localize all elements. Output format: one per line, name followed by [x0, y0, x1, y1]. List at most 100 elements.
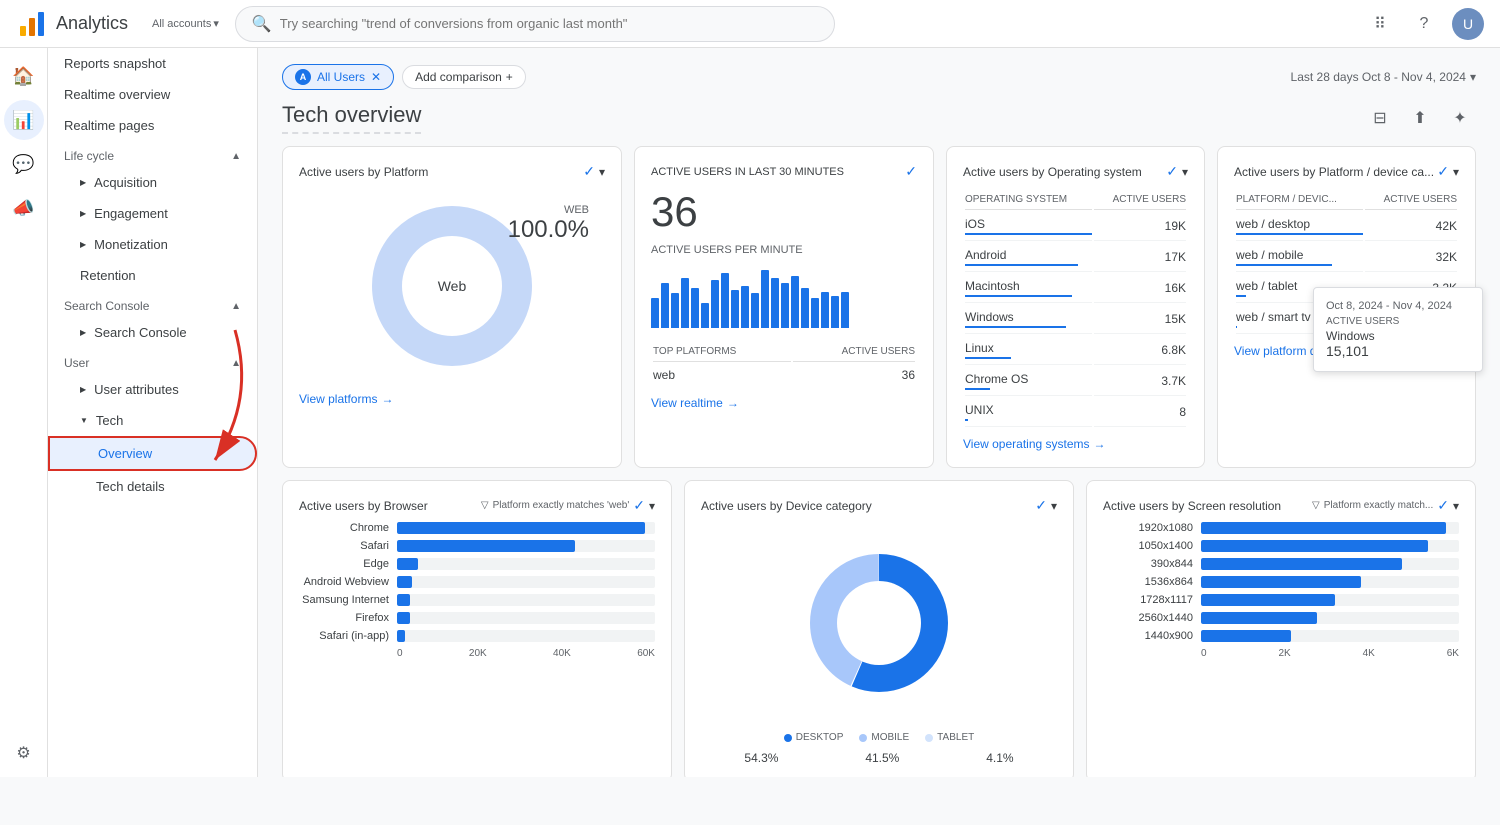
search-bar[interactable]: 🔍 — [235, 6, 835, 42]
os-row-unix: UNIX 8 — [965, 398, 1186, 427]
browser-chart: Chrome Safari Edge — [299, 522, 655, 659]
device-cat-card-title: Active users by Device category ✓ ▾ — [701, 497, 1057, 514]
browser-filter-label: ▽ Platform exactly matches 'web' — [481, 500, 629, 511]
user-avatar[interactable]: U — [1452, 8, 1484, 40]
device-cat-dropdown-icon[interactable]: ▾ — [1051, 499, 1057, 513]
mini-bar — [661, 283, 669, 328]
mini-bar — [821, 292, 829, 328]
os-ios-label: iOS — [965, 212, 1092, 241]
device-cat-legend: DESKTOP MOBILE TABLET — [701, 732, 1057, 743]
device-check-icon: ✓ — [1437, 163, 1449, 180]
sidebar-item-overview[interactable]: Overview — [48, 436, 257, 471]
device-tooltip: Oct 8, 2024 - Nov 4, 2024 ACTIVE USERS W… — [1313, 287, 1483, 372]
mini-bar — [721, 273, 729, 328]
screen-1728-fill — [1201, 594, 1335, 606]
search-input[interactable] — [280, 16, 818, 31]
rail-advertise-icon[interactable]: 📣 — [4, 188, 44, 228]
sidebar-item-reports-snapshot[interactable]: Reports snapshot — [48, 48, 257, 79]
sidebar-item-user-attributes[interactable]: ▶ User attributes — [48, 374, 257, 405]
browser-edge-fill — [397, 558, 418, 570]
browser-samsung-track — [397, 594, 655, 606]
web-mobile-label: web / mobile — [1236, 243, 1363, 272]
mobile-legend-dot — [859, 734, 867, 742]
help-icon[interactable]: ? — [1408, 8, 1440, 40]
all-accounts-selector[interactable]: All accounts ▾ — [152, 17, 219, 30]
add-comparison-button[interactable]: Add comparison + — [402, 65, 526, 89]
all-users-chip[interactable]: A All Users ✕ — [282, 64, 394, 90]
web-mobile-value: 32K — [1365, 243, 1457, 272]
search-console-expand-icon: ▶ — [80, 328, 86, 337]
browser-dropdown-icon[interactable]: ▾ — [649, 499, 655, 513]
view-platforms-link[interactable]: View platforms → — [299, 392, 605, 406]
lifecycle-chevron: ▲ — [231, 151, 241, 162]
browser-firefox-label: Firefox — [299, 612, 389, 624]
sidebar-item-engagement[interactable]: ▶ Engagement — [48, 198, 257, 229]
browser-safari-track — [397, 540, 655, 552]
rail-explore-icon[interactable]: 💬 — [4, 144, 44, 184]
device-cat-percentages: 54.3% 41.5% 4.1% — [701, 751, 1057, 765]
tooltip-date: Oct 8, 2024 - Nov 4, 2024 — [1326, 300, 1470, 312]
apps-icon[interactable]: ⠿ — [1364, 8, 1396, 40]
device-cat-donut-svg — [779, 538, 979, 708]
device-dropdown-icon[interactable]: ▾ — [1453, 165, 1459, 179]
mini-bar — [701, 303, 709, 328]
browser-safari-fill — [397, 540, 575, 552]
platform-dropdown-icon[interactable]: ▾ — [599, 165, 605, 179]
chip-close-icon[interactable]: ✕ — [371, 70, 381, 84]
tooltip-label: ACTIVE USERS — [1326, 316, 1470, 327]
insights-icon[interactable]: ✦ — [1444, 102, 1476, 134]
screen-2560-row: 2560x1440 — [1103, 612, 1459, 624]
settings-icon[interactable]: ⚙ — [8, 737, 40, 769]
os-android-value: 17K — [1094, 243, 1186, 272]
app-title: Analytics — [56, 13, 128, 34]
screen-390-track — [1201, 558, 1459, 570]
col-device-users: ACTIVE USERS — [1365, 190, 1457, 210]
platform-title-text: Active users by Platform — [299, 165, 428, 179]
app-logo[interactable]: Analytics — [16, 8, 128, 40]
browser-title-text: Active users by Browser — [299, 499, 428, 513]
browser-android-webview-fill — [397, 576, 412, 588]
mini-bar — [651, 298, 659, 328]
browser-firefox-fill — [397, 612, 410, 624]
mini-bar — [831, 296, 839, 328]
screen-390-row: 390x844 — [1103, 558, 1459, 570]
sidebar-item-retention[interactable]: Retention — [48, 260, 257, 291]
device-title-text: Active users by Platform / device ca... — [1234, 165, 1434, 179]
view-realtime-link[interactable]: View realtime → — [651, 396, 917, 410]
sidebar-item-monetization[interactable]: ▶ Monetization — [48, 229, 257, 260]
browser-axis: 020K40K60K — [299, 648, 655, 659]
date-range-chevron-icon: ▾ — [1470, 70, 1476, 84]
rail-home-icon[interactable]: 🏠 — [4, 56, 44, 96]
device-card-actions: ✓ ▾ — [1437, 163, 1459, 180]
screen-1920-row: 1920x1080 — [1103, 522, 1459, 534]
sidebar-item-acquisition[interactable]: ▶ Acquisition — [48, 167, 257, 198]
share-icon[interactable]: ⬆ — [1404, 102, 1436, 134]
os-macintosh-value: 16K — [1094, 274, 1186, 303]
date-range-selector[interactable]: Last 28 days Oct 8 - Nov 4, 2024 ▾ — [1291, 70, 1476, 84]
screen-check-icon: ✓ — [1437, 497, 1449, 514]
columns-icon[interactable]: ⊟ — [1364, 102, 1396, 134]
sidebar-item-tech[interactable]: ▼ Tech — [48, 405, 257, 436]
sidebar-item-realtime-pages[interactable]: Realtime pages — [48, 110, 257, 141]
user-section-header[interactable]: User ▲ — [48, 348, 257, 374]
os-row-linux: Linux 6.8K — [965, 336, 1186, 365]
screen-1440-fill — [1201, 630, 1291, 642]
rail-reports-icon[interactable]: 📊 — [4, 100, 44, 140]
desktop-legend-dot — [784, 734, 792, 742]
search-console-section-header[interactable]: Search Console ▲ — [48, 291, 257, 317]
os-check-icon: ✓ — [1166, 163, 1178, 180]
browser-android-webview-track — [397, 576, 655, 588]
lifecycle-section-header[interactable]: Life cycle ▲ — [48, 141, 257, 167]
view-os-link[interactable]: View operating systems → — [963, 437, 1188, 451]
sidebar-item-realtime-overview[interactable]: Realtime overview — [48, 79, 257, 110]
sidebar-item-search-console[interactable]: ▶ Search Console — [48, 317, 257, 348]
mini-bar — [671, 293, 679, 328]
screen-1440-track — [1201, 630, 1459, 642]
screen-dropdown-icon[interactable]: ▾ — [1453, 499, 1459, 513]
os-card-title: Active users by Operating system ✓ ▾ — [963, 163, 1188, 180]
sidebar-item-tech-details[interactable]: Tech details — [48, 471, 257, 502]
os-dropdown-icon[interactable]: ▾ — [1182, 165, 1188, 179]
screen-1536-label: 1536x864 — [1103, 576, 1193, 588]
browser-chrome-track — [397, 522, 655, 534]
col-os-users: ACTIVE USERS — [1094, 190, 1186, 210]
